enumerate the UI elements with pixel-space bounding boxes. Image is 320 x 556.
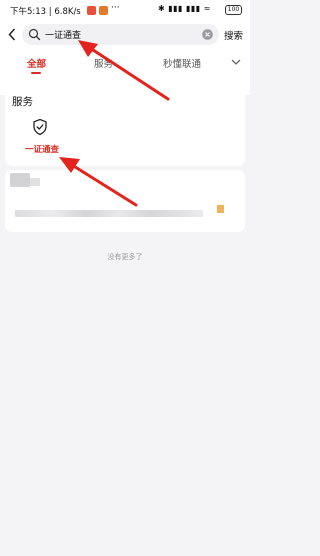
search-box[interactable]: 一证通查 [22,24,219,45]
search-input[interactable]: 一证通查 [45,28,81,41]
tab-all[interactable]: 全部 [27,56,46,70]
search-row: 一证通查 搜索 [0,22,250,48]
shield-check-icon [33,118,47,136]
back-button[interactable] [4,24,20,44]
services-section: 服务 一证通查 [5,86,245,166]
search-button[interactable]: 搜索 [224,28,243,42]
battery-icon: 100 [225,5,242,15]
top-bar: 下午5:13 | 6.8K/s ··· ✱ ▮▮▮ ▮▮▮ ≈ 100 一证通查… [0,0,250,95]
result-title-blurred [10,173,30,187]
services-section-title: 服务 [12,96,33,108]
notification-app-icon-2 [99,6,108,15]
status-time: 下午5:13 | 6.8K/s [10,7,81,17]
more-notifications-icon: ··· [111,3,120,13]
chevron-left-icon [8,27,16,41]
service-item-label: 一证通查 [24,145,59,155]
search-result-card[interactable] [5,170,245,232]
status-bar: 下午5:13 | 6.8K/s ··· ✱ ▮▮▮ ▮▮▮ ≈ 100 [0,0,250,22]
result-thumbnail [217,205,224,213]
chevron-down-icon[interactable] [229,55,243,69]
result-title-blurred-tail [30,178,40,186]
active-tab-indicator [31,72,41,74]
search-icon [28,28,41,41]
tab-unicom[interactable]: 秒懂联通 [163,56,201,70]
notification-app-icon [87,6,96,15]
service-item-yizhengtongcha[interactable]: 一证通查 [19,116,65,160]
tab-bar: 全部 服务 秒懂联通 [0,50,250,80]
clear-icon[interactable] [202,29,213,40]
no-more-text: 没有更多了 [107,253,143,261]
tab-service[interactable]: 服务 [94,56,113,70]
result-description-blurred [15,210,203,217]
signal-wifi-icons: ✱ ▮▮▮ ▮▮▮ ≈ [158,4,211,13]
